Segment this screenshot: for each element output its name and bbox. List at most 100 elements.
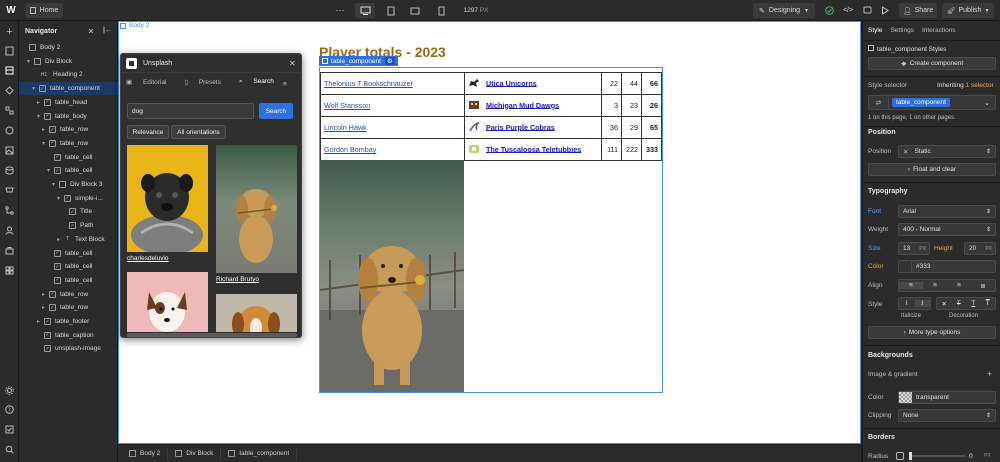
team-link[interactable]: The Tuscaloosa Teletubbies <box>486 144 581 153</box>
tab-search[interactable]: ⌕ Search <box>239 78 283 86</box>
more-type-options-button[interactable]: › More type options <box>868 326 996 339</box>
settings-gear-icon[interactable]: ⚙ <box>384 57 395 65</box>
team-link[interactable]: Michigan Mud Dawgs <box>486 100 559 109</box>
navigator-item[interactable]: ✓ unsplash-image <box>19 342 118 355</box>
navigator-item[interactable]: ▸ ✓ table_row <box>19 123 118 136</box>
team-link[interactable]: Paris Purple Cobras <box>486 122 555 131</box>
tablet-breakpoint-icon[interactable] <box>384 3 398 18</box>
navigator-item[interactable]: ✓ Title <box>19 205 118 218</box>
selector-chip[interactable]: table_component <box>892 98 950 107</box>
clipping-select[interactable]: None ⇕ <box>898 409 996 422</box>
menu-icon[interactable]: ≡ <box>283 81 287 88</box>
typography-section-title[interactable]: Typography <box>868 188 908 195</box>
mobile-landscape-icon[interactable] <box>408 3 422 18</box>
body-tag[interactable]: Body 2 <box>120 22 149 29</box>
align-right-icon[interactable]: ≡ <box>947 282 971 289</box>
size-unit[interactable]: PX <box>919 246 926 252</box>
photo-result-terrier[interactable] <box>127 272 208 332</box>
align-justify-icon[interactable]: ≣ <box>971 282 995 290</box>
navigator-item[interactable]: ✓ table_caption <box>19 329 118 342</box>
navigator-item[interactable]: ▸ ✓ table_row <box>19 288 118 301</box>
navigator-item[interactable]: H1 Heading 2 <box>19 68 118 81</box>
chevron-right-icon[interactable]: ▸ <box>42 304 49 311</box>
navigator-item[interactable]: ▸ ✓ table_head <box>19 96 118 109</box>
navigator-item[interactable]: ✓ table_cell <box>19 151 118 164</box>
height-input[interactable]: 20 PX <box>964 242 996 255</box>
chevron-down-icon[interactable]: ▾ <box>32 85 39 92</box>
tab-presets[interactable]: ▯ Presets <box>184 78 229 86</box>
unsplash-image[interactable] <box>320 160 464 392</box>
photo-result-beagle[interactable] <box>216 294 297 332</box>
navigator-item[interactable]: ▸ ✓ table_row <box>19 301 118 314</box>
radius-unit[interactable]: PX <box>984 453 991 459</box>
navigator-item[interactable]: ✓ table_cell <box>19 260 118 273</box>
chevron-right-icon[interactable]: ▸ <box>37 99 44 106</box>
unsplash-search-input[interactable]: dog <box>127 103 254 119</box>
photo-credit-charlesdeluvio[interactable]: charlesdeluvio <box>127 255 169 262</box>
publish-button[interactable]: 🚀︎ Publish ▼ <box>942 3 994 18</box>
logic-icon[interactable] <box>4 205 15 216</box>
roman-icon[interactable]: I <box>899 300 915 307</box>
navigator-item[interactable]: ▾ ✓ table_component <box>19 82 118 96</box>
style-selector-field[interactable]: ⇄ table_component ⌄ <box>868 95 996 110</box>
search-icon[interactable] <box>4 444 15 455</box>
preview-play-icon[interactable] <box>879 3 891 18</box>
selector-state-icon[interactable]: ⇄ <box>869 96 889 109</box>
create-component-button[interactable]: ❖ Create component <box>868 57 996 70</box>
navigator-item[interactable]: ▾ Div Block 3 <box>19 178 118 191</box>
chevron-down-icon[interactable]: ▾ <box>37 113 44 120</box>
canvas-width-readout[interactable]: 1297 PX <box>460 3 492 18</box>
users-icon[interactable] <box>4 225 15 236</box>
check-circle-icon[interactable] <box>823 3 835 18</box>
tab-editorial[interactable]: ▣ Editorial <box>126 78 175 86</box>
player-link[interactable]: Thelonius T Bookschnauzer <box>324 79 413 88</box>
pin-panel-icon[interactable]: |← <box>103 27 112 34</box>
inheriting-count[interactable]: 1 selector <box>966 82 994 89</box>
navigator-item[interactable]: ▾ ✓ table_body <box>19 110 118 123</box>
more-icon[interactable]: ⋯ <box>334 3 346 18</box>
chevron-down-icon[interactable]: ▾ <box>27 58 34 65</box>
overline-icon[interactable]: T <box>981 300 996 307</box>
add-background-icon[interactable]: + <box>987 369 992 379</box>
radius-slider-handle[interactable] <box>909 452 912 460</box>
color-swatch[interactable] <box>899 261 912 272</box>
navigator-item[interactable]: ▸ ✓ table_footer <box>19 315 118 328</box>
navigator-item[interactable]: ▾ Div Block <box>19 55 118 68</box>
tab-style[interactable]: Style <box>868 27 882 34</box>
navigator-item[interactable]: ▸ T Text Block <box>19 233 118 246</box>
navigator-item[interactable]: ✓ table_cell <box>19 247 118 260</box>
chevron-down-icon[interactable]: ⌄ <box>984 99 990 107</box>
chevron-down-icon[interactable]: ▾ <box>47 167 54 174</box>
table-row[interactable]: Gordon Bombay The Tuscaloosa Teletubbies 1… <box>320 138 662 161</box>
transparent-swatch[interactable] <box>899 392 912 403</box>
font-select[interactable]: Arial ⇕ <box>898 205 996 218</box>
mobile-portrait-icon[interactable] <box>434 3 448 18</box>
table-row[interactable]: Lincoln Hawk Paris Purple Cobras 36 29 65 <box>320 116 662 139</box>
pages-icon[interactable] <box>4 45 15 56</box>
chevron-down-icon[interactable]: ▾ <box>57 195 64 202</box>
position-select[interactable]: ✕ Static ⇕ <box>898 145 996 158</box>
table-row[interactable]: Wolf Stansson Michigan Mud Dawgs 3 23 26 <box>320 94 662 117</box>
float-clear-button[interactable]: › Float and clear <box>868 163 996 176</box>
radius-all-icon[interactable] <box>896 452 904 460</box>
chevron-right-icon[interactable]: ▸ <box>42 126 49 133</box>
audit-icon[interactable] <box>4 424 15 435</box>
backgrounds-section-title[interactable]: Backgrounds <box>868 352 913 359</box>
settings-gear-icon[interactable] <box>4 385 15 396</box>
unsplash-search-button[interactable]: Search <box>259 103 293 119</box>
player-link[interactable]: Lincoln Hawk <box>324 123 367 132</box>
navigator-item[interactable]: ▾ ✓ table_cell <box>19 164 118 177</box>
comment-icon[interactable] <box>861 3 873 18</box>
share-button[interactable]: 👤︎ Share <box>899 3 937 18</box>
variables-icon[interactable] <box>4 105 15 116</box>
mode-dropdown[interactable]: ✎ Designing ▼ <box>753 3 815 18</box>
ecommerce-icon[interactable] <box>4 185 15 196</box>
navigator-item[interactable]: ✓ table_cell <box>19 274 118 287</box>
cms-icon[interactable] <box>4 165 15 176</box>
player-link[interactable]: Gordon Bombay <box>324 145 376 154</box>
chevron-right-icon[interactable]: ▸ <box>57 236 64 243</box>
chevron-right-icon[interactable]: ▸ <box>37 318 44 325</box>
text-color-field[interactable]: #333 <box>898 260 996 273</box>
navigator-item[interactable]: ✓ Path <box>19 219 118 232</box>
weight-select[interactable]: 400 - Normal ⇕ <box>898 223 996 236</box>
